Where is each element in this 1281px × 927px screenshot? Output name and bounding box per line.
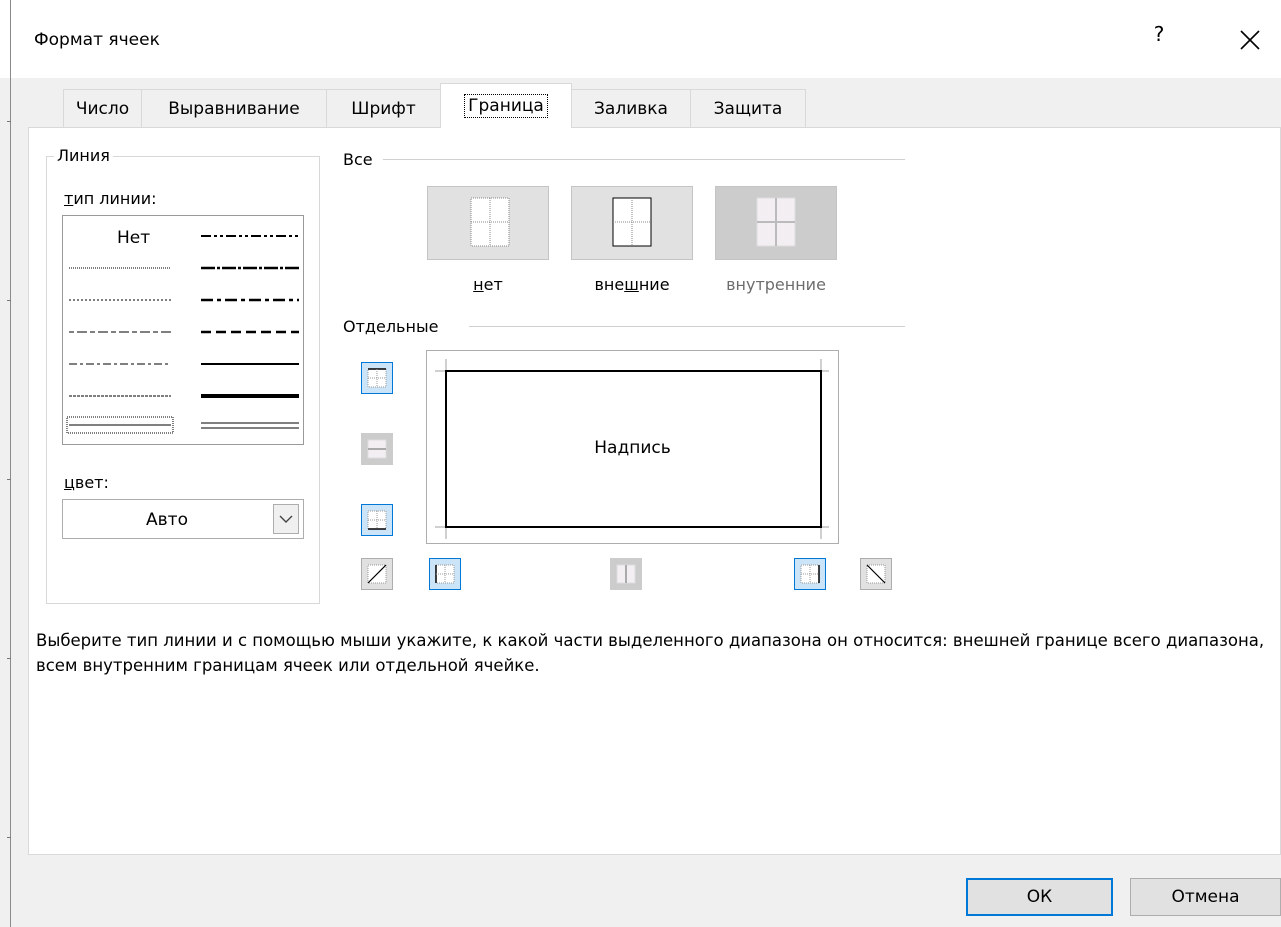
preset-none-accel: н xyxy=(473,275,484,294)
preset-outline-text-end: ние xyxy=(638,275,670,294)
border-right-icon xyxy=(800,564,820,584)
border-inside-vertical-icon xyxy=(616,564,636,584)
presets-title: Все xyxy=(343,150,373,169)
line-style-label-text: ип линии: xyxy=(73,189,157,208)
preset-none-text: ет xyxy=(483,275,503,294)
edge-tick xyxy=(7,837,11,838)
preset-inside-button xyxy=(715,186,837,260)
border-inside-vertical-button xyxy=(610,558,642,590)
tab-border[interactable]: Граница xyxy=(440,83,572,128)
tab-label: Выравнивание xyxy=(168,98,300,119)
preview-text: Надпись xyxy=(594,438,671,458)
tab-label: Шрифт xyxy=(351,98,416,119)
close-button[interactable] xyxy=(1236,26,1264,54)
border-bottom-icon xyxy=(367,510,387,530)
close-icon xyxy=(1240,30,1260,50)
color-dropdown[interactable]: Авто xyxy=(62,499,304,539)
tab-label: Граница xyxy=(464,94,548,118)
border-inside-horizontal-icon xyxy=(367,439,387,459)
ok-button[interactable]: ОК xyxy=(966,878,1113,916)
border-inside-horizontal-button xyxy=(361,433,393,465)
border-bottom-button[interactable] xyxy=(361,504,393,536)
tab-label: Защита xyxy=(713,98,783,119)
tab-fill[interactable]: Заливка xyxy=(571,89,691,127)
individual-title: Отдельные xyxy=(343,317,439,336)
line-group-title: Линия xyxy=(54,146,113,165)
individual-divider xyxy=(469,326,905,327)
tab-font[interactable]: Шрифт xyxy=(326,89,441,127)
border-diagonal-up-icon xyxy=(367,564,387,584)
tab-label: Число xyxy=(75,98,130,119)
border-diagonal-down-icon xyxy=(866,564,886,584)
format-cells-dialog: Формат ячеек ? Число Выравнивание Шрифт … xyxy=(0,0,1281,927)
tab-alignment[interactable]: Выравнивание xyxy=(141,89,327,127)
preset-outline-label: внешние xyxy=(571,275,693,294)
border-left-icon xyxy=(435,564,455,584)
border-right-button[interactable] xyxy=(794,558,826,590)
border-diagonal-up-button[interactable] xyxy=(361,558,393,590)
border-none-icon xyxy=(470,197,510,247)
line-style-swatches xyxy=(66,235,299,434)
chevron-down-icon xyxy=(279,515,293,523)
edge-tick xyxy=(7,658,11,659)
color-label-accel: ц xyxy=(64,473,75,492)
border-top-icon xyxy=(367,368,387,388)
preset-outline-accel: ш xyxy=(624,275,639,294)
border-outline-icon xyxy=(612,197,652,247)
color-dropdown-toggle[interactable] xyxy=(273,504,299,534)
edge-tick xyxy=(7,300,11,301)
presets-divider xyxy=(383,159,905,160)
border-diagonal-down-button[interactable] xyxy=(860,558,892,590)
line-style-label-accel: т xyxy=(64,189,74,208)
dialog-title: Формат ячеек xyxy=(34,30,160,50)
preset-none-label: нет xyxy=(427,275,549,294)
tab-protection[interactable]: Защита xyxy=(690,89,806,127)
tab-number[interactable]: Число xyxy=(63,89,142,127)
border-inside-icon xyxy=(756,197,796,247)
border-preview[interactable]: Надпись xyxy=(426,350,839,544)
preset-inside-label: внутренние xyxy=(726,275,826,294)
title-bar: Формат ячеек ? xyxy=(0,0,1281,78)
help-button[interactable]: ? xyxy=(1147,22,1171,46)
border-top-button[interactable] xyxy=(361,362,393,394)
preset-outline-text: вне xyxy=(594,275,625,294)
color-dropdown-value: Авто xyxy=(146,510,188,530)
description-text: Выберите тип линии и с помощью мыши укаж… xyxy=(36,631,1265,675)
color-label: цвет: xyxy=(64,473,109,492)
window-edge xyxy=(10,0,11,927)
tab-label: Заливка xyxy=(594,98,668,119)
line-style-label: тип линии: xyxy=(64,189,157,208)
edge-tick xyxy=(7,121,11,122)
edge-tick xyxy=(7,479,11,480)
cancel-button[interactable]: Отмена xyxy=(1130,878,1281,916)
line-style-list[interactable]: Нет xyxy=(62,215,304,445)
color-label-text: вет: xyxy=(74,473,109,492)
preset-outline-button[interactable] xyxy=(571,186,693,260)
border-left-button[interactable] xyxy=(429,558,461,590)
preset-none-button[interactable] xyxy=(427,186,549,260)
